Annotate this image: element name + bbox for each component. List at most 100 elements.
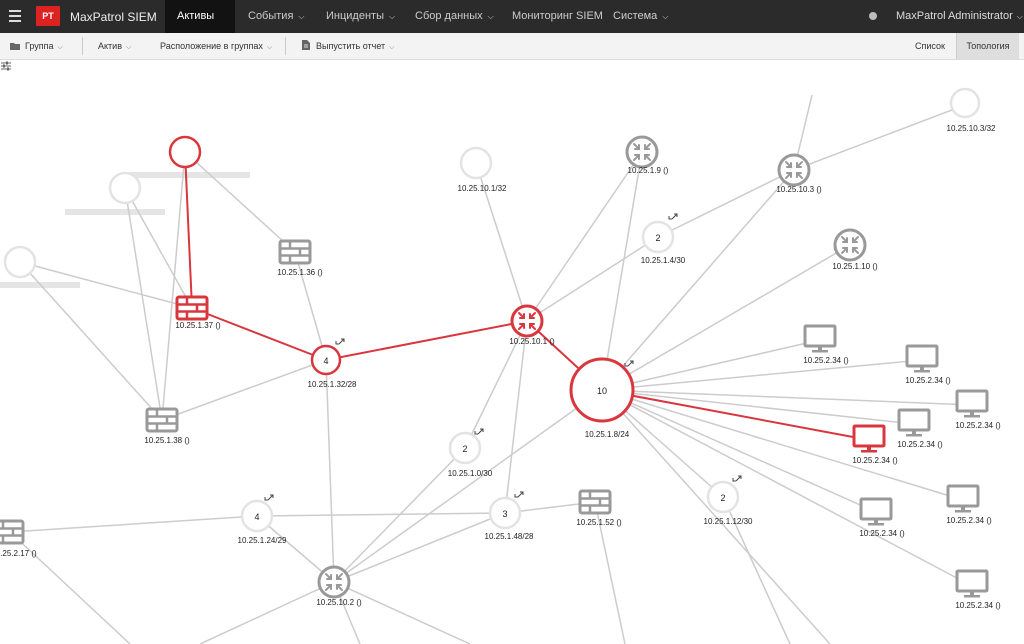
computer-icon[interactable] [946,484,980,514]
report-label: Выпустить отчет [316,41,386,51]
node-label: 10.25.2.34 () [803,356,849,365]
node-label: 10.25.1.8/24 [584,430,630,439]
node-label: 10.25.1.0/30 [447,469,493,478]
topology-label: Топология [966,41,1010,51]
computer-icon[interactable] [897,408,931,438]
report-dropdown[interactable]: Выпустить отчет ⌵ [302,33,394,59]
chevron-down-icon: ⌵ [266,44,273,51]
node-label: 10.25.2.34 () [859,529,905,538]
asset-label: Актив [98,41,122,51]
nav-label: События [248,10,294,22]
asset-toolbar: Группа ⌵ Актив ⌵ Расположение в группах ⌵ В… [0,33,1024,60]
group-label: Группа [25,41,54,51]
node-label: 10.25.10.3/32 [946,124,996,133]
location-label: Расположение в группах [160,41,263,51]
nav-data-collection[interactable]: Сбор данных ⌵ [403,0,506,33]
node-label: 10.25.10.3 () [776,185,822,194]
chevron-down-icon: ⌵ [487,12,494,21]
group-count: 2 [720,493,725,503]
nav-label: Активы [177,10,215,22]
nav-incidents[interactable]: Инциденты ⌵ [314,0,407,33]
router-icon[interactable] [625,135,659,169]
node-label: 10.25.1.9 () [627,166,669,175]
node-label: 10.25.1.37 () [175,321,221,330]
group-count: 4 [254,512,259,522]
chevron-down-icon: ⌵ [57,44,63,51]
firewall-icon[interactable] [578,489,612,515]
document-icon [302,40,310,50]
firewall-icon[interactable] [145,407,179,433]
computer-icon[interactable] [803,324,837,354]
node-label: 10.25.1.38 () [144,436,190,445]
nav-label: Система [613,10,658,22]
host-node[interactable] [3,245,37,279]
nav-assets[interactable]: Активы [165,0,235,33]
menu-icon[interactable] [9,10,21,22]
alert-host-node[interactable] [168,135,202,169]
computer-icon[interactable] [955,569,989,599]
firewall-icon[interactable] [0,519,25,545]
alert-computer-icon[interactable] [852,424,886,454]
node-shadow [65,209,165,215]
node-label: 10.25.1.48/28 [484,532,534,541]
router-icon[interactable] [833,228,867,262]
host-node[interactable] [108,171,142,205]
group-count: 4 [323,356,328,366]
node-label: 10.25.1.36 () [277,268,323,277]
node-label: 10.25.1.12/30 [703,517,753,526]
user-name: MaxPatrol Administrator [896,10,1013,22]
node-label: 10.25.10.1 () [509,337,555,346]
topology-canvas[interactable]: 4 2 10 2 3 4 2 10.25.1.37 () 10.25.1.36 … [0,60,1024,644]
node-label: 10.25.1.24/29 [237,536,287,545]
node-label: 10.25.2.34 () [955,601,1001,610]
computer-icon[interactable] [955,389,989,419]
node-label: 10.25.1.10 () [832,262,878,271]
group-count: 2 [462,444,467,454]
pt-logo[interactable]: PT [36,6,60,26]
asset-dropdown[interactable]: Актив ⌵ [98,33,131,59]
chevron-down-icon: ⌵ [388,12,396,21]
router-icon[interactable] [510,304,544,338]
nav-label: Инциденты [326,10,384,22]
firewall-icon[interactable] [175,295,209,321]
location-dropdown[interactable]: Расположение в группах ⌵ [160,33,272,59]
node-label: 10.25.10.1/32 [457,184,507,193]
topology-graph[interactable]: 4 2 10 2 3 4 2 [0,60,1024,644]
firewall-icon[interactable] [278,239,312,265]
chevron-down-icon: ⌵ [389,44,395,51]
nav-label: Мониторинг SIEM [512,10,603,22]
node-label: 10.25.2.34 () [897,440,943,449]
router-icon[interactable] [317,565,351,599]
node-label: 10.25.2.34 () [852,456,898,465]
node-label: 10.25.10.2 () [316,598,362,607]
chevron-down-icon: ⌵ [298,12,305,21]
group-dropdown[interactable]: Группа ⌵ [10,33,63,59]
brand-title: MaxPatrol SIEM [70,10,157,24]
list-label: Список [915,41,945,51]
nav-label: Сбор данных [415,10,483,22]
chevron-down-icon: ⌵ [1016,12,1023,21]
folder-icon [10,43,20,50]
status-indicator-icon[interactable] [869,12,877,20]
chevron-down-icon: ⌵ [125,44,132,51]
node-label: 10.25.1.52 () [576,518,622,527]
computer-icon[interactable] [905,344,939,374]
nav-siem-monitoring[interactable]: Мониторинг SIEM [500,0,615,33]
node-label: 10.25.2.34 () [946,516,992,525]
nav-system[interactable]: Система ⌵ [601,0,680,33]
group-count: 2 [655,233,660,243]
toolbar-divider [82,37,83,55]
node-label: 10.25.2.17 () [0,549,37,558]
router-icon[interactable] [777,153,811,187]
nav-events[interactable]: События ⌵ [236,0,317,33]
chevron-down-icon: ⌵ [662,12,669,21]
host-node[interactable] [949,87,981,119]
computer-icon[interactable] [859,497,893,527]
host-node[interactable] [459,146,493,180]
node-shadow [130,172,250,178]
node-label: 10.25.1.4/30 [640,256,686,265]
user-menu[interactable]: MaxPatrol Administrator ⌵ [896,0,1023,33]
topology-view-button[interactable]: Топология [956,33,1019,59]
graph-settings-icon[interactable] [0,60,12,72]
list-view-button[interactable]: Список [906,33,954,59]
